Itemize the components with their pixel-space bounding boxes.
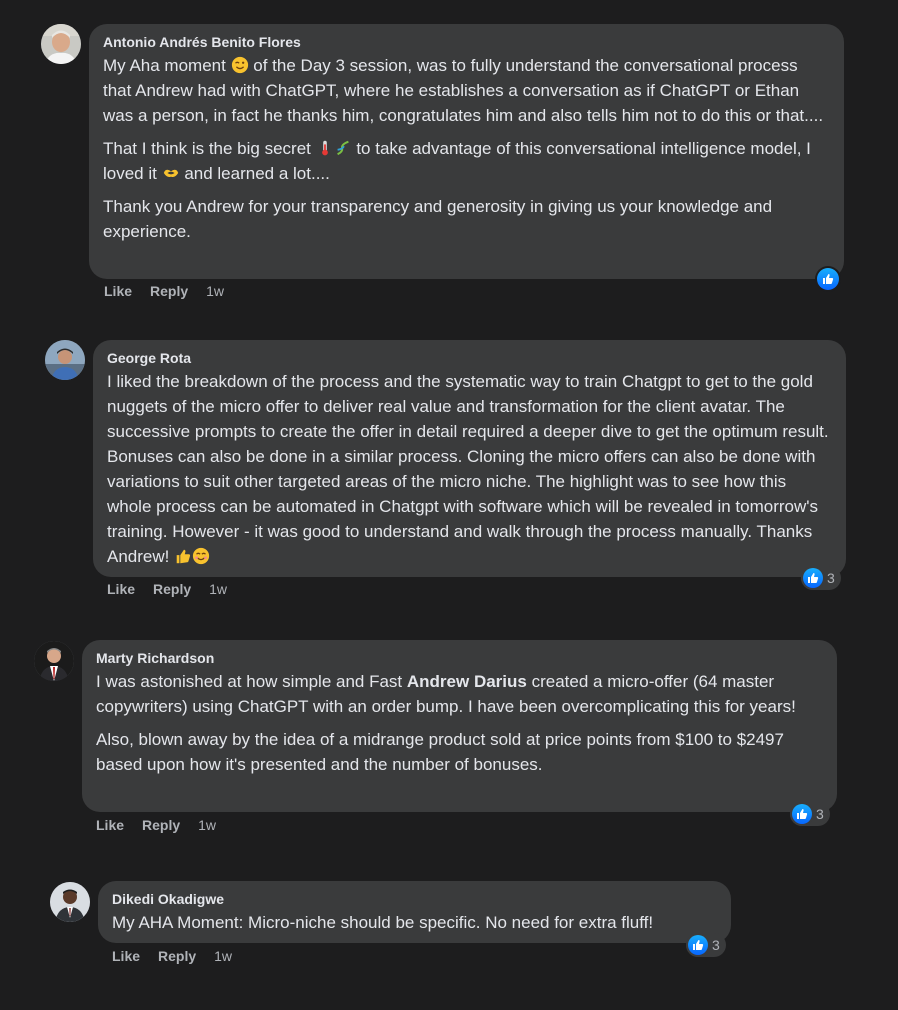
timestamp[interactable]: 1w xyxy=(206,283,224,299)
comment-bubble: Antonio Andrés Benito Flores My Aha mome… xyxy=(89,24,844,279)
like-link[interactable]: Like xyxy=(96,817,124,833)
like-link[interactable]: Like xyxy=(107,581,135,597)
like-thumb-icon xyxy=(817,268,839,290)
avatar[interactable] xyxy=(34,641,74,681)
comment-text: That I think is the big secret to take a… xyxy=(103,139,811,183)
like-link[interactable]: Like xyxy=(112,948,140,964)
timestamp[interactable]: 1w xyxy=(214,948,232,964)
comment-actions: Like Reply 1w xyxy=(107,581,227,597)
winking-face-icon xyxy=(231,56,248,74)
comment-text: I liked the breakdown of the process and… xyxy=(107,372,829,566)
dna-icon xyxy=(336,140,349,156)
like-thumb-icon xyxy=(803,568,823,588)
comment-actions: Like Reply 1w xyxy=(96,817,216,833)
comment-text: Also, blown away by the idea of a midran… xyxy=(96,730,784,774)
heart-hands-icon xyxy=(163,169,178,178)
timestamp[interactable]: 1w xyxy=(209,581,227,597)
comment-bubble: Marty Richardson I was astonished at how… xyxy=(82,640,837,812)
comment-author[interactable]: Antonio Andrés Benito Flores xyxy=(103,34,830,50)
comment-text: My Aha moment of the Day 3 session, was … xyxy=(103,56,824,125)
thumbs-up-icon xyxy=(176,549,191,564)
comment-actions: Like Reply 1w xyxy=(112,948,232,964)
reaction-count: 3 xyxy=(827,570,835,586)
like-thumb-icon xyxy=(688,935,708,955)
reply-link[interactable]: Reply xyxy=(150,283,188,299)
comment-bubble: George Rota I liked the breakdown of the… xyxy=(93,340,846,577)
reaction-summary[interactable] xyxy=(817,267,839,291)
comment-bubble: Dikedi Okadigwe My AHA Moment: Micro-nic… xyxy=(98,881,731,943)
timestamp[interactable]: 1w xyxy=(198,817,216,833)
avatar[interactable] xyxy=(41,24,81,64)
comment-text: My AHA Moment: Micro-niche should be spe… xyxy=(112,913,654,932)
comment-text: Thank you Andrew for your transparency a… xyxy=(103,197,773,241)
avatar[interactable] xyxy=(45,340,85,380)
comment-author[interactable]: Marty Richardson xyxy=(96,650,823,666)
reply-link[interactable]: Reply xyxy=(153,581,191,597)
reply-link[interactable]: Reply xyxy=(158,948,196,964)
avatar[interactable] xyxy=(50,882,90,922)
like-link[interactable]: Like xyxy=(104,283,132,299)
reaction-count: 3 xyxy=(816,806,824,822)
like-thumb-icon xyxy=(792,804,812,824)
comment-actions: Like Reply 1w xyxy=(104,283,224,299)
reply-link[interactable]: Reply xyxy=(142,817,180,833)
comment-author[interactable]: George Rota xyxy=(107,350,832,366)
reaction-summary[interactable]: 3 xyxy=(801,566,841,590)
comment-text: I was astonished at how simple and Fast … xyxy=(96,672,796,716)
reaction-summary[interactable]: 3 xyxy=(686,933,726,957)
reaction-count: 3 xyxy=(712,937,720,953)
smiling-face-icon xyxy=(192,547,210,565)
reaction-summary[interactable]: 3 xyxy=(790,802,830,826)
mentioned-user-link[interactable]: Andrew Darius xyxy=(407,672,527,691)
thermometer-icon xyxy=(321,140,328,156)
comment-author[interactable]: Dikedi Okadigwe xyxy=(112,891,717,907)
